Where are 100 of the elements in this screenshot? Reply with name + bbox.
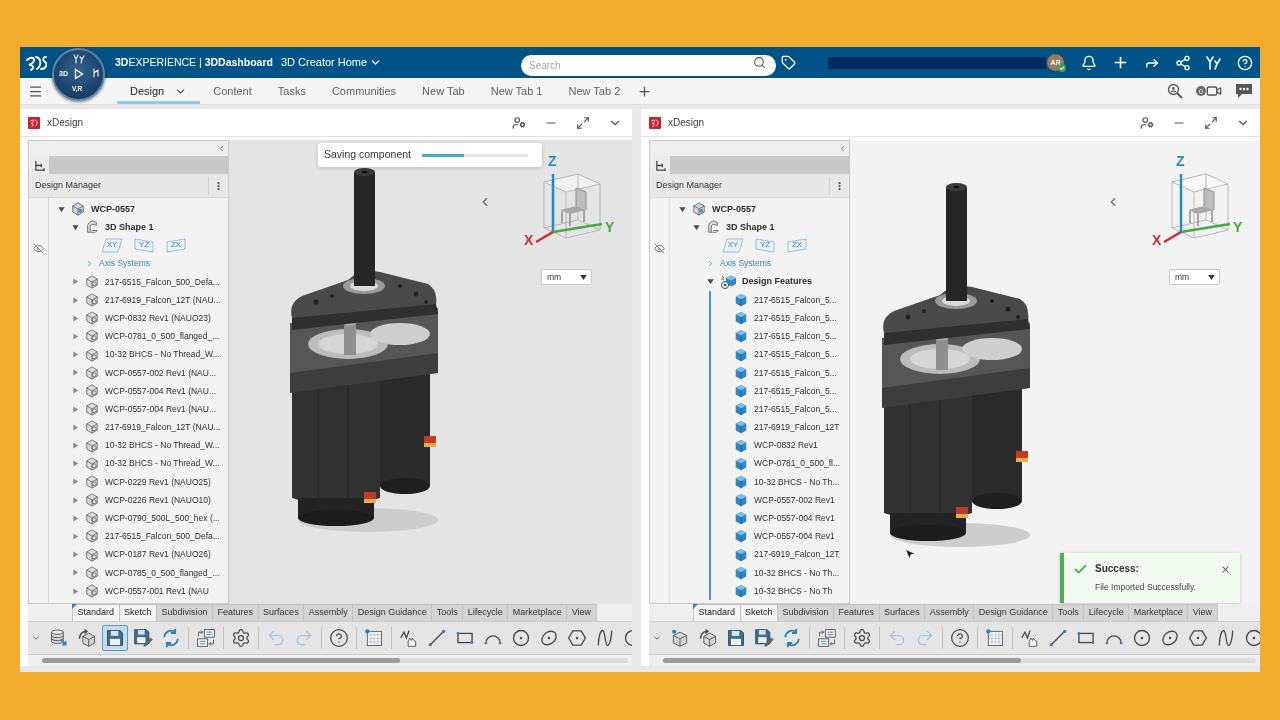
toolbar-tab[interactable]: Design Guidance xyxy=(352,604,432,621)
tree-item[interactable]: 217-6515_Falcon_5... xyxy=(754,295,837,305)
toolbar-tab[interactable]: Marketplace xyxy=(507,604,567,621)
tree-item[interactable]: 217-6515_Falcon_5... xyxy=(754,313,837,323)
view-cube[interactable] xyxy=(534,170,604,244)
tree-item[interactable]: WCP-0229 Rev1 (NAUO25) xyxy=(105,477,211,487)
tree-item[interactable]: 217-6515_Falcon_5... xyxy=(754,386,837,396)
tree-item[interactable]: 10-32 BHCS - No Th xyxy=(754,586,833,596)
dashboard-tab[interactable]: Content xyxy=(200,78,265,104)
tree-item[interactable]: WCP-0226 Rev1 (NAUO10) xyxy=(105,495,211,505)
tree-item[interactable]: 10-32 BHCS - No Thread_W... xyxy=(105,350,220,359)
tool-button[interactable] xyxy=(102,625,128,651)
collapse-icon[interactable] xyxy=(838,144,847,153)
tree-item[interactable]: Axis Systems xyxy=(99,259,150,268)
tree-item[interactable]: WCP-0557 xyxy=(91,204,135,214)
tree-item[interactable]: WCP-0557-002 Rev1 (NAU... xyxy=(105,368,216,378)
add-tab-icon[interactable] xyxy=(637,83,653,99)
toolbar-tab[interactable]: Surfaces xyxy=(878,604,925,621)
units-dropdown[interactable]: mm xyxy=(541,269,592,285)
toolbar-tab[interactable]: Sketch xyxy=(739,604,778,621)
maximize-icon[interactable] xyxy=(576,115,590,130)
figure-icon[interactable] xyxy=(92,68,100,78)
tree-item[interactable]: 3D Shape 1 xyxy=(105,222,154,232)
caret-icon[interactable] xyxy=(57,205,65,213)
tree-item[interactable]: WCP-0187 Rev1 (NAUO26) xyxy=(105,550,211,559)
toolbar-tab[interactable]: Standard xyxy=(693,604,740,621)
dashboard-tab[interactable]: New Tab 2 xyxy=(555,78,634,104)
tree-item[interactable]: WCP-0781_0_500_flanged_... xyxy=(105,332,220,341)
tree-tab[interactable] xyxy=(650,156,670,174)
plane-button[interactable]: XY xyxy=(101,237,123,253)
tree-tab[interactable] xyxy=(29,156,49,174)
plane-button[interactable]: ZX xyxy=(786,237,808,253)
play-icon[interactable] xyxy=(74,68,84,80)
tree-item[interactable]: 217-6515_Falcon_5... xyxy=(754,350,837,359)
menu-icon[interactable] xyxy=(28,83,43,99)
maximize-icon[interactable] xyxy=(1204,115,1218,130)
tree-item[interactable]: 217-6919_Falcon_12T (NAU... xyxy=(105,295,221,305)
view-cube[interactable] xyxy=(1162,170,1232,244)
tree-item[interactable]: 217-6919_Falcon_12T xyxy=(754,423,840,432)
tree-item[interactable]: 217-6515_Falcon_500_Defa... xyxy=(105,277,220,287)
tree-item[interactable]: Design Features xyxy=(742,277,813,287)
toolbar-tab[interactable]: Assembly xyxy=(303,604,353,621)
toolbar-tab[interactable]: Features xyxy=(212,604,258,621)
dashboard-menu[interactable]: 3D Creator Home xyxy=(280,54,383,71)
more-icon[interactable] xyxy=(217,180,220,191)
tree-item[interactable]: 10-32 BHCS - No Th... xyxy=(754,568,840,578)
chat-icon[interactable] xyxy=(1235,83,1253,99)
tree-item[interactable]: WCP-0557-004 Rev1 (NAU... xyxy=(105,404,216,414)
tree-item[interactable]: WCP-0781_0_500_fl... xyxy=(754,459,840,468)
user-gear-icon[interactable] xyxy=(1140,115,1154,130)
tree-item[interactable]: 217-6919_Falcon_12T (NAU... xyxy=(105,423,221,432)
toolbar-tab[interactable]: Lifecycle xyxy=(1083,604,1129,621)
help-icon[interactable] xyxy=(1237,54,1253,71)
toolbar-tab[interactable]: Assembly xyxy=(924,604,974,621)
tree-item[interactable]: WCP-0557-004 Rev1 xyxy=(754,532,835,541)
tree-item[interactable]: 10-32 BHCS - No Th... xyxy=(754,477,840,487)
tree-item[interactable]: WCP-0785_0_500_flanged_... xyxy=(105,568,220,578)
tree-item[interactable]: WCP-0790_500L_500_hex (... xyxy=(105,514,220,523)
toolbar-tab[interactable]: View xyxy=(566,604,597,621)
dashboard-tab[interactable]: Tasks xyxy=(264,78,319,104)
eye-off-icon[interactable] xyxy=(654,243,665,254)
tree-item[interactable]: 217-6515_Falcon_5... xyxy=(754,404,837,414)
tree-item[interactable]: WCP-0557-004 Rev1 xyxy=(754,514,835,523)
caret-icon[interactable] xyxy=(678,205,686,213)
tree-item[interactable]: WCP-0832 Rev1 xyxy=(754,441,818,450)
dashboard-tab[interactable]: New Tab xyxy=(409,78,478,104)
collapse-icon[interactable] xyxy=(217,144,226,153)
toolbar-tab[interactable]: Subdivision xyxy=(777,604,834,621)
3d-viewport[interactable]: Z X Y mm Success: File Imported Successfully. xyxy=(850,140,1260,604)
dashboard-tab[interactable]: Communities xyxy=(318,78,410,104)
more-icon[interactable] xyxy=(838,180,841,191)
search-person-icon[interactable] xyxy=(1167,83,1183,99)
collapse-caret-icon[interactable] xyxy=(31,633,41,643)
caret-icon[interactable] xyxy=(692,223,700,231)
scrollbar[interactable] xyxy=(42,658,628,663)
tree-item[interactable]: Axis Systems xyxy=(720,259,771,268)
tree-item[interactable]: WCP-0832 Rev1 (NAUO23) xyxy=(105,313,211,323)
tag-icon[interactable] xyxy=(781,55,796,70)
tree-item[interactable]: WCP-0557-002 Rev1 xyxy=(754,495,835,505)
plane-button[interactable]: ZX xyxy=(165,237,187,253)
caret-icon[interactable] xyxy=(706,278,714,286)
toolbar-tab[interactable]: Standard xyxy=(72,604,119,621)
toolbar-tab[interactable]: Features xyxy=(833,604,879,621)
toolbar-tab[interactable]: Lifecycle xyxy=(462,604,508,621)
tree-item[interactable]: 217-6515_Falcon_500_Defa... xyxy=(105,532,220,541)
3d-viewport[interactable]: Saving component Z X Y mm xyxy=(229,140,632,604)
toolbar-tab[interactable]: Design Guidance xyxy=(973,604,1053,621)
toolbar-tab[interactable]: Sketch xyxy=(118,604,157,621)
toolbar-tab[interactable]: Subdivision xyxy=(156,604,213,621)
people-icon[interactable] xyxy=(1206,54,1222,71)
close-icon[interactable] xyxy=(1220,564,1231,575)
network-share-icon[interactable] xyxy=(1175,54,1191,71)
tree-item[interactable]: 217-6515_Falcon_5... xyxy=(754,368,837,378)
eye-off-icon[interactable] xyxy=(33,243,44,254)
toolbar-tab[interactable]: Tools xyxy=(1052,604,1084,621)
collapse-caret-icon[interactable] xyxy=(652,633,662,643)
dashboard-tab[interactable]: New Tab 1 xyxy=(477,78,556,104)
toolbar-tab[interactable]: Surfaces xyxy=(257,604,304,621)
plane-button[interactable]: YZ xyxy=(754,237,776,253)
user-gear-icon[interactable] xyxy=(512,115,526,130)
